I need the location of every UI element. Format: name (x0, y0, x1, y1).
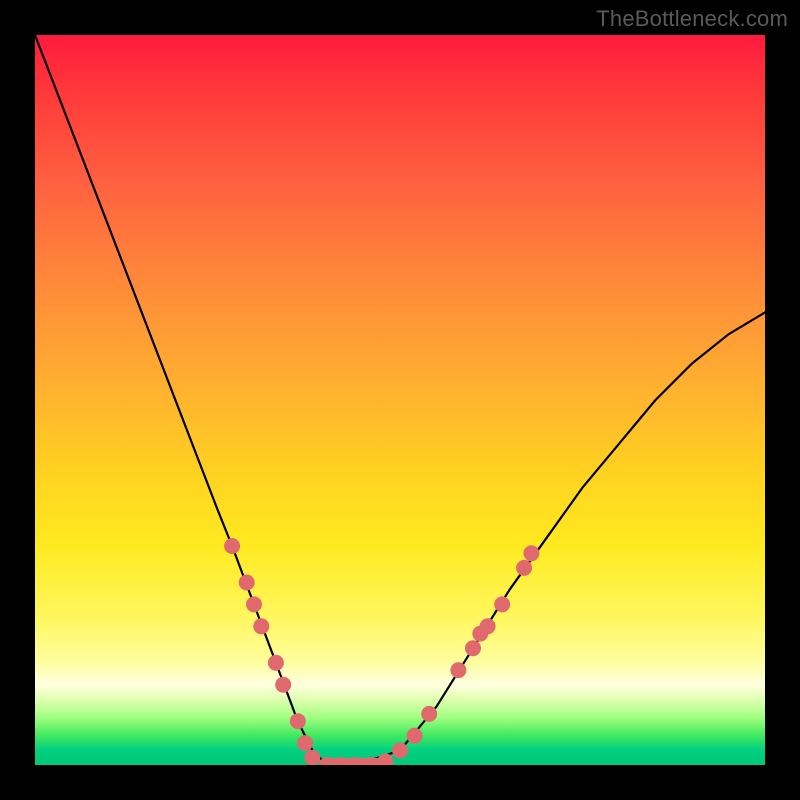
chart-frame: TheBottleneck.com (0, 0, 800, 800)
marker-dot (421, 706, 437, 722)
marker-dot (450, 662, 466, 678)
curve-path (35, 35, 765, 765)
marker-dot (392, 742, 408, 758)
marker-dot (290, 713, 306, 729)
marker-dot (377, 753, 393, 765)
marker-dot (239, 575, 255, 591)
marker-dot (275, 677, 291, 693)
marker-dot (407, 728, 423, 744)
marker-dot (523, 545, 539, 561)
marker-dot (516, 560, 532, 576)
marker-dot (268, 655, 284, 671)
marker-dot (297, 735, 313, 751)
bottleneck-curve (35, 35, 765, 765)
plot-area (35, 35, 765, 765)
marker-dot (253, 618, 269, 634)
marker-dot (304, 750, 320, 765)
marker-dot (224, 538, 240, 554)
attribution-label: TheBottleneck.com (596, 6, 788, 32)
marker-dot (480, 618, 496, 634)
marker-dot (465, 640, 481, 656)
marker-dot (246, 596, 262, 612)
marker-dot (494, 596, 510, 612)
